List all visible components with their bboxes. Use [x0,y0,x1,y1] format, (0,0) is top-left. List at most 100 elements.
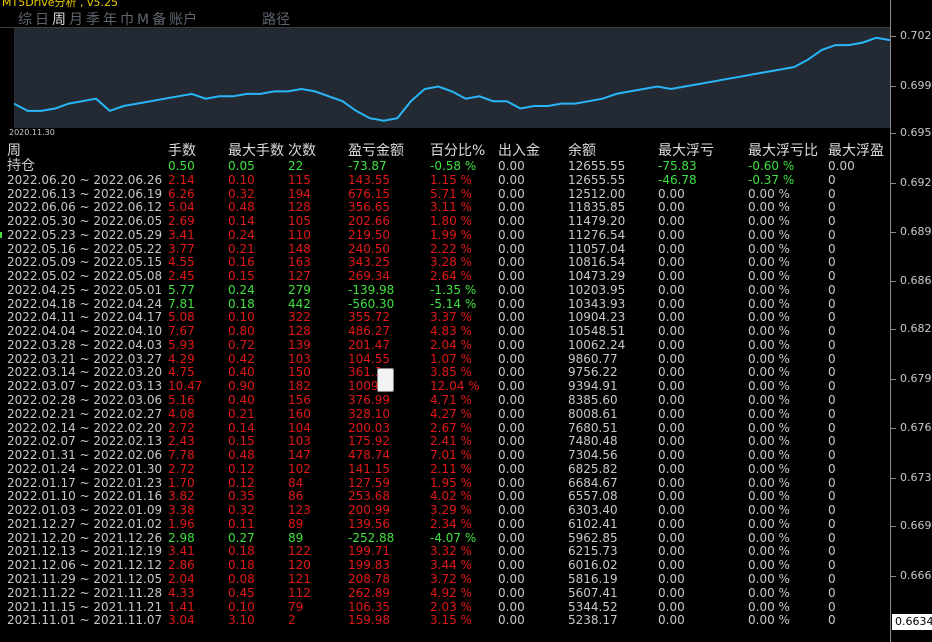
marker [0,232,2,238]
table-cell: 0.00 [658,530,685,545]
table-cell: 0.00 [498,461,525,476]
table-cell: 10062.24 [568,337,626,352]
tab-5[interactable]: 年 [103,12,117,28]
axis-tick-mark [891,526,896,527]
table-cell: 0.00 [498,282,525,297]
table-cell: -0.58 % [430,159,477,173]
axis-tick-label: 0.6698 [900,519,932,532]
tab-9[interactable]: 账户 [169,12,197,28]
table-cell: 3.04 [168,613,195,628]
table-cell: 10.47 [168,379,203,394]
axis-tick-label: 0.7025 [900,29,932,42]
table-cell: 0.10 [228,310,255,325]
chart-area: MT5Drive分析 , v5.25 综日周月季年巾 M 备账户 路径 2020.11… [0,0,890,642]
table-cell: 5607.41 [568,585,618,600]
table-cell: 1.99 % [430,227,472,242]
table-cell: 104.55 [348,351,390,366]
tab-10[interactable]: 路径 [262,12,290,28]
column-header[interactable]: 余额 [568,144,596,159]
table-cell: 0.00 [498,558,525,573]
table-cell: 2021.12.06 ~ 2021.12.12 [7,558,163,573]
table-cell: 0 [828,282,836,297]
table-cell: 112 [288,585,311,600]
table-cell: 0.00 % [748,558,790,573]
period-tabs: 综日周月季年巾 M 备账户 路径 [18,9,293,29]
table-cell: 3.41 [168,227,195,242]
table-cell: 0.00 % [748,516,790,531]
tab-1[interactable]: 日 [35,12,49,28]
table-cell: 6215.73 [568,544,618,559]
table-cell: 2022.04.11 ~ 2022.04.17 [7,310,163,325]
table-row: 2022.04.04 ~ 2022.04.10 7.67 0.80 128 486.27… [0,325,890,339]
table-cell: 2022.05.30 ~ 2022.06.05 [7,214,163,229]
table-cell: 199.71 [348,544,390,559]
column-header[interactable]: 最大手数 [228,144,284,159]
table-cell: 10473.29 [568,269,626,284]
table-cell: 5238.17 [568,613,618,628]
tab-6[interactable]: 巾 [120,12,134,28]
table-cell: 253.68 [348,489,390,504]
axis-tick-mark [891,428,896,429]
table-cell: 5344.52 [568,599,618,614]
table-cell: 0.00 [658,448,685,463]
column-header[interactable]: 盈亏金额 [348,144,404,159]
table-cell: 106.35 [348,599,390,614]
table-cell: 0.00 % [748,186,790,201]
table-cell: 1.70 [168,475,195,490]
column-header[interactable]: 最大浮亏 [658,144,714,159]
tab-4[interactable]: 季 [86,12,100,28]
table-cell: 0 [828,337,836,352]
table-cell: 0.00 [658,351,685,366]
table-cell: 89 [288,516,304,531]
table-cell: 2022.02.07 ~ 2022.02.13 [7,434,163,449]
table-cell: 86 [288,489,304,504]
column-header[interactable]: 次数 [288,144,316,159]
column-header[interactable]: 最大浮盈 [828,144,884,159]
table-cell: 0.00 [658,324,685,339]
table-cell: 0.00 [498,269,525,284]
tab-7[interactable]: M [137,12,149,28]
table-cell: 9394.91 [568,379,618,394]
table-cell: 2.69 [168,214,195,229]
table-cell: 1.95 % [430,475,472,490]
table-cell: 0.00 [658,241,685,256]
table-cell: 2.03 % [430,599,472,614]
table-cell: 0.00 [658,434,685,449]
table-cell: 0 [828,489,836,504]
table-cell: 2021.11.29 ~ 2021.12.05 [7,571,163,586]
table-cell: 0.00 % [748,599,790,614]
table-cell: 4.83 % [430,324,472,339]
table-cell: 11057.04 [568,241,626,256]
scroll-thumb[interactable] [377,368,394,392]
axis-tick-label: 0.6927 [900,176,932,189]
table-cell: 0 [828,255,836,270]
column-header[interactable]: 出入金 [498,144,540,159]
column-header[interactable]: 百分比% [430,144,485,159]
curve-start-date: 2020.11.30 [9,128,55,137]
equity-curve [14,36,890,122]
table-cell: -46.78 [658,172,697,187]
table-row: 2022.05.02 ~ 2022.05.08 2.45 0.15 127 269.34… [0,270,890,284]
table-cell: 5.93 [168,337,195,352]
table-cell: 2021.12.13 ~ 2021.12.19 [7,544,163,559]
column-header[interactable]: 手数 [168,144,196,159]
column-header[interactable]: 周 [7,144,21,159]
tab-0[interactable]: 综 [18,12,32,28]
column-header[interactable]: 最大浮亏比 [748,144,818,159]
table-cell: 3.72 % [430,571,472,586]
table-cell: 2022.05.02 ~ 2022.05.08 [7,269,163,284]
table-cell: 79 [288,599,304,614]
table-cell: 182 [288,379,311,394]
table-cell: 0.32 [228,186,255,201]
table-cell: 123 [288,503,311,518]
table-cell: 7680.51 [568,420,618,435]
table-cell: 127.59 [348,475,390,490]
table-cell: 2022.03.07 ~ 2022.03.13 [7,379,163,394]
table-cell: 0.00 [658,296,685,311]
tab-8[interactable]: 备 [152,12,166,28]
tab-3[interactable]: 月 [69,12,83,28]
table-cell: 2.34 % [430,516,472,531]
table-cell: 356.65 [348,200,390,215]
table-cell: 2022.05.23 ~ 2022.05.29 [7,227,163,242]
tab-2[interactable]: 周 [52,12,66,28]
